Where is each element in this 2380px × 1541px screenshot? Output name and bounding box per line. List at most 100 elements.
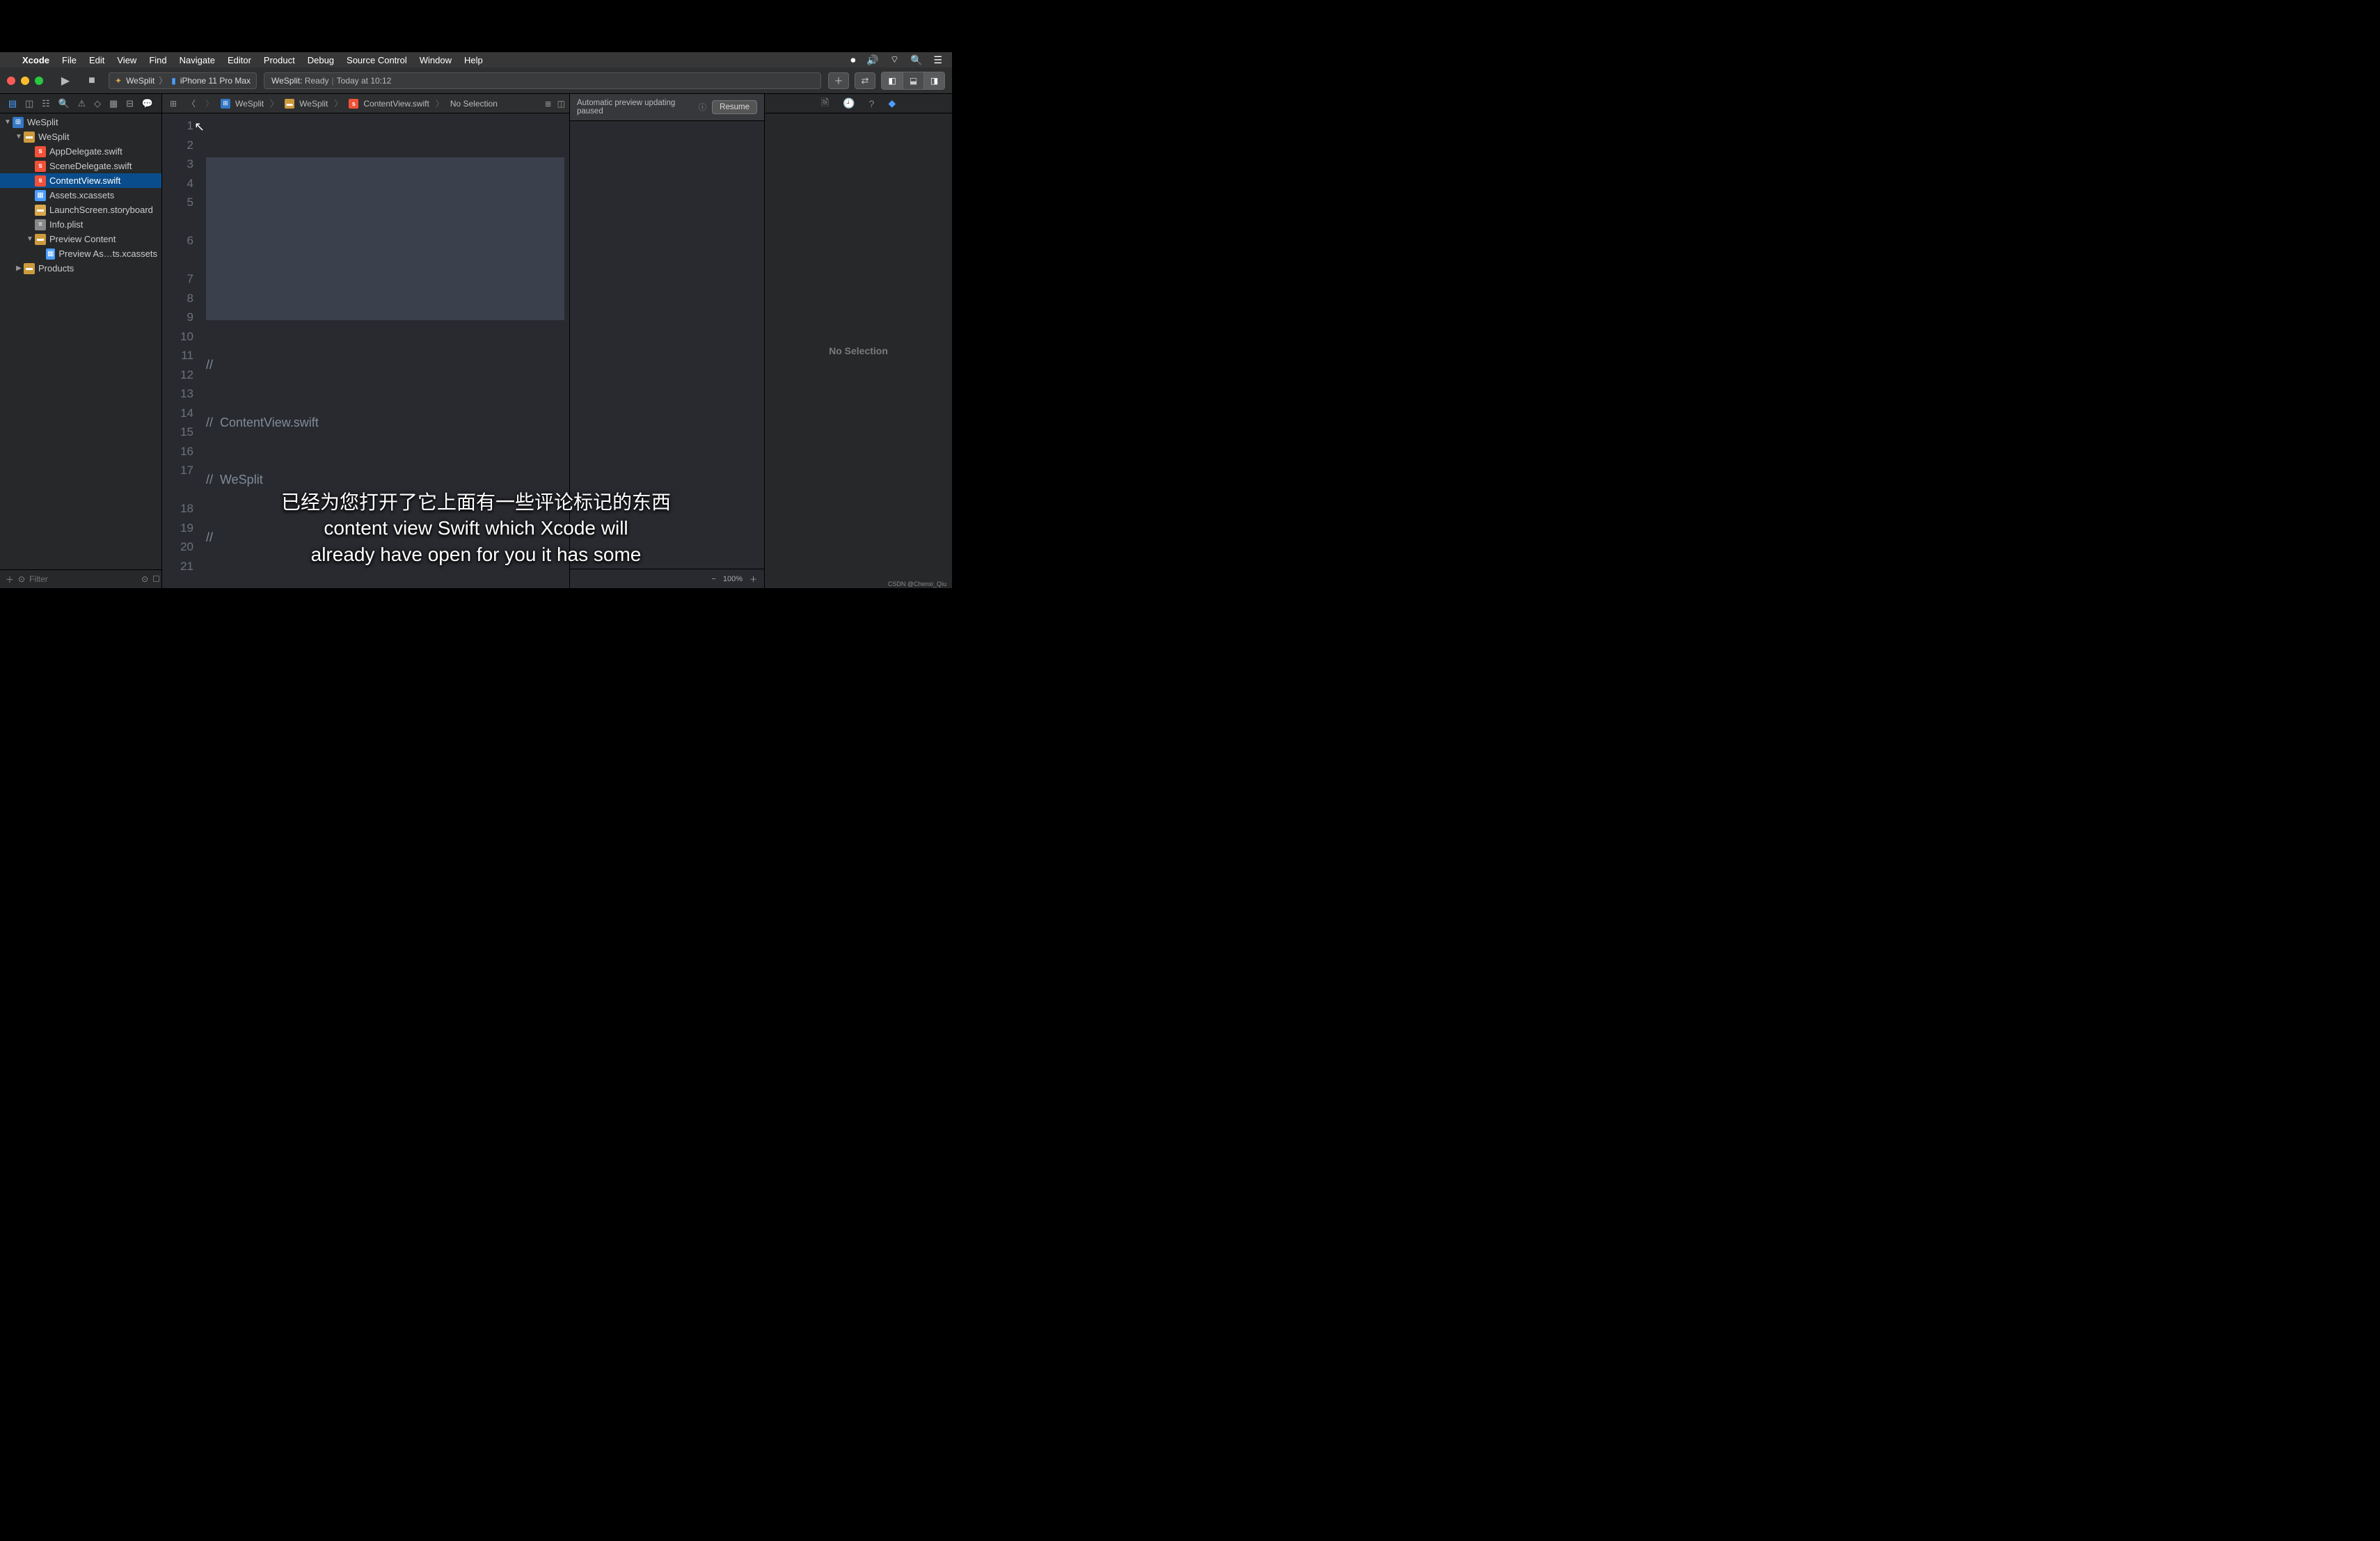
history-inspector-tab[interactable]: 🕘 [843, 97, 855, 109]
menu-navigate[interactable]: Navigate [180, 55, 215, 65]
activity-status-bar: WeSplit: Ready | Today at 10:12 [264, 72, 821, 89]
tree-label: WeSplit [38, 132, 70, 142]
status-time: Today at 10:12 [337, 76, 392, 86]
menu-help[interactable]: Help [464, 55, 483, 65]
tree-group[interactable]: ▼▬WeSplit [0, 129, 161, 144]
tree-project-root[interactable]: ▼⊞WeSplit [0, 115, 161, 129]
source-control-navigator-tab[interactable]: ◫ [25, 98, 33, 109]
scheme-destination-selector[interactable]: ✦ WeSplit 〉 ▮ iPhone 11 Pro Max [109, 72, 257, 89]
zoom-level[interactable]: 100% [723, 575, 743, 583]
toggle-debug-area-button[interactable]: ⬓ [903, 72, 923, 89]
adjust-editor-icon[interactable]: ◫ [557, 99, 565, 109]
menu-window[interactable]: Window [420, 55, 452, 65]
volume-icon[interactable]: 🔊 [866, 54, 878, 66]
test-navigator-tab[interactable]: ◇ [94, 98, 101, 109]
minimap-toggle-icon[interactable]: ≣ [545, 99, 552, 109]
library-button[interactable]: ＋ [828, 72, 849, 89]
menu-editor[interactable]: Editor [228, 55, 251, 65]
menu-debug[interactable]: Debug [308, 55, 334, 65]
tree-label: ContentView.swift [49, 175, 120, 186]
tree-file[interactable]: sAppDelegate.swift [0, 144, 161, 159]
find-navigator-tab[interactable]: 🔍 [58, 98, 70, 109]
tree-label: LaunchScreen.storyboard [49, 205, 153, 215]
project-navigator-tab[interactable]: ▤ [8, 98, 17, 109]
source-editor: ⊞ 〈 〉 ⊞WeSplit 〉 ▬WeSplit 〉 sContentView… [162, 94, 569, 588]
toggle-navigator-button[interactable]: ◧ [882, 72, 903, 89]
issue-navigator-tab[interactable]: ⚠ [78, 98, 86, 109]
tree-group[interactable]: ▶▬Products [0, 261, 161, 276]
tree-label: Preview Content [49, 234, 116, 244]
tree-file[interactable]: ▬LaunchScreen.storyboard [0, 203, 161, 217]
status-app: WeSplit: [271, 76, 302, 86]
help-inspector-tab[interactable]: ? [869, 98, 875, 109]
code-line: // [206, 528, 569, 548]
close-window-button[interactable] [7, 77, 15, 85]
tree-label: Info.plist [49, 219, 83, 230]
screen-record-icon[interactable]: ⏺ [850, 54, 855, 66]
related-items-icon[interactable]: ⊞ [166, 99, 180, 109]
zoom-out-icon[interactable]: − [711, 575, 715, 583]
preview-footer: − 100% ＋ [570, 569, 764, 588]
jump-crumb[interactable]: ⊞WeSplit [221, 99, 264, 109]
status-state: Ready [305, 76, 329, 86]
tree-label: AppDelegate.swift [49, 146, 122, 157]
run-button[interactable]: ▶ [56, 72, 75, 89]
resume-button[interactable]: Resume [712, 100, 757, 114]
tree-group[interactable]: ▼▬Preview Content [0, 232, 161, 246]
destination-label: iPhone 11 Pro Max [180, 76, 251, 86]
menu-product[interactable]: Product [264, 55, 295, 65]
debug-navigator-tab[interactable]: ▦ [109, 98, 118, 109]
code-line: // [206, 356, 569, 375]
code-review-button[interactable]: ⇄ [855, 72, 875, 89]
mouse-cursor-icon: ↖ [194, 118, 205, 137]
symbol-navigator-tab[interactable]: ☷ [42, 98, 50, 109]
tree-label: Products [38, 263, 74, 274]
app-menu[interactable]: Xcode [22, 55, 49, 65]
control-center-icon[interactable]: ☰ [933, 54, 942, 66]
attributes-inspector-tab[interactable]: ◆ [888, 97, 896, 109]
add-icon[interactable]: ＋ [6, 574, 14, 585]
menu-find[interactable]: Find [149, 55, 166, 65]
scm-filter-icon[interactable]: ☐ [152, 574, 160, 584]
inspector-empty-state: No Selection [765, 113, 952, 588]
menu-source-control[interactable]: Source Control [347, 55, 407, 65]
zoom-window-button[interactable] [35, 77, 43, 85]
watermark: CSDN @Chenxi_Qiu [888, 580, 946, 587]
report-navigator-tab[interactable]: 💬 [142, 98, 153, 109]
jump-bar: ⊞ 〈 〉 ⊞WeSplit 〉 ▬WeSplit 〉 sContentView… [162, 94, 569, 113]
tree-file[interactable]: ▦Preview As…ts.xcassets [0, 246, 161, 261]
navigator-tabs: ▤ ◫ ☷ 🔍 ⚠ ◇ ▦ ⊟ 💬 [0, 94, 161, 113]
tree-file[interactable]: ▦Assets.xcassets [0, 188, 161, 203]
info-icon[interactable]: ⓘ [699, 102, 707, 113]
window-traffic-lights[interactable] [7, 77, 43, 85]
inspector-panel: 🗎 🕘 ? ◆ No Selection [764, 94, 952, 588]
xcode-toolbar: ▶ ■ ✦ WeSplit 〉 ▮ iPhone 11 Pro Max WeSp… [0, 68, 952, 94]
tree-file[interactable]: sSceneDelegate.swift [0, 159, 161, 173]
file-inspector-tab[interactable]: 🗎 [821, 95, 829, 112]
filter-input[interactable] [29, 574, 137, 584]
breakpoint-navigator-tab[interactable]: ⊟ [126, 98, 134, 109]
menu-view[interactable]: View [117, 55, 136, 65]
code-body[interactable]: ↖ 1234 5 6 78910111213141516 17 18192021… [162, 113, 569, 588]
jump-crumb[interactable]: ▬WeSplit [285, 99, 328, 109]
wifi-icon[interactable]: ⌔ [890, 54, 899, 66]
tree-label: SceneDelegate.swift [49, 161, 132, 171]
menu-edit[interactable]: Edit [89, 55, 104, 65]
inspector-tabs: 🗎 🕘 ? ◆ [765, 94, 952, 113]
toggle-inspector-button[interactable]: ◨ [923, 72, 944, 89]
jump-crumb[interactable]: sContentView.swift [349, 99, 429, 109]
menu-file[interactable]: File [62, 55, 77, 65]
zoom-in-icon[interactable]: ＋ [749, 574, 757, 585]
navigator-panel: ▤ ◫ ☷ 🔍 ⚠ ◇ ▦ ⊟ 💬 ▼⊞WeSplit ▼▬WeSplit sA… [0, 94, 162, 588]
banner-text: Automatic preview updating paused [577, 99, 693, 116]
filter-icon: ⊙ [18, 574, 25, 584]
jump-crumb[interactable]: No Selection [450, 99, 498, 109]
spotlight-icon[interactable]: 🔍 [910, 54, 922, 66]
tree-file-selected[interactable]: sContentView.swift [0, 173, 161, 188]
stop-button[interactable]: ■ [82, 72, 102, 89]
forward-button[interactable]: 〉 [203, 97, 216, 109]
back-button[interactable]: 〈 [184, 97, 198, 109]
minimize-window-button[interactable] [21, 77, 29, 85]
tree-file[interactable]: ≡Info.plist [0, 217, 161, 232]
recent-filter-icon[interactable]: ⊙ [141, 574, 148, 584]
